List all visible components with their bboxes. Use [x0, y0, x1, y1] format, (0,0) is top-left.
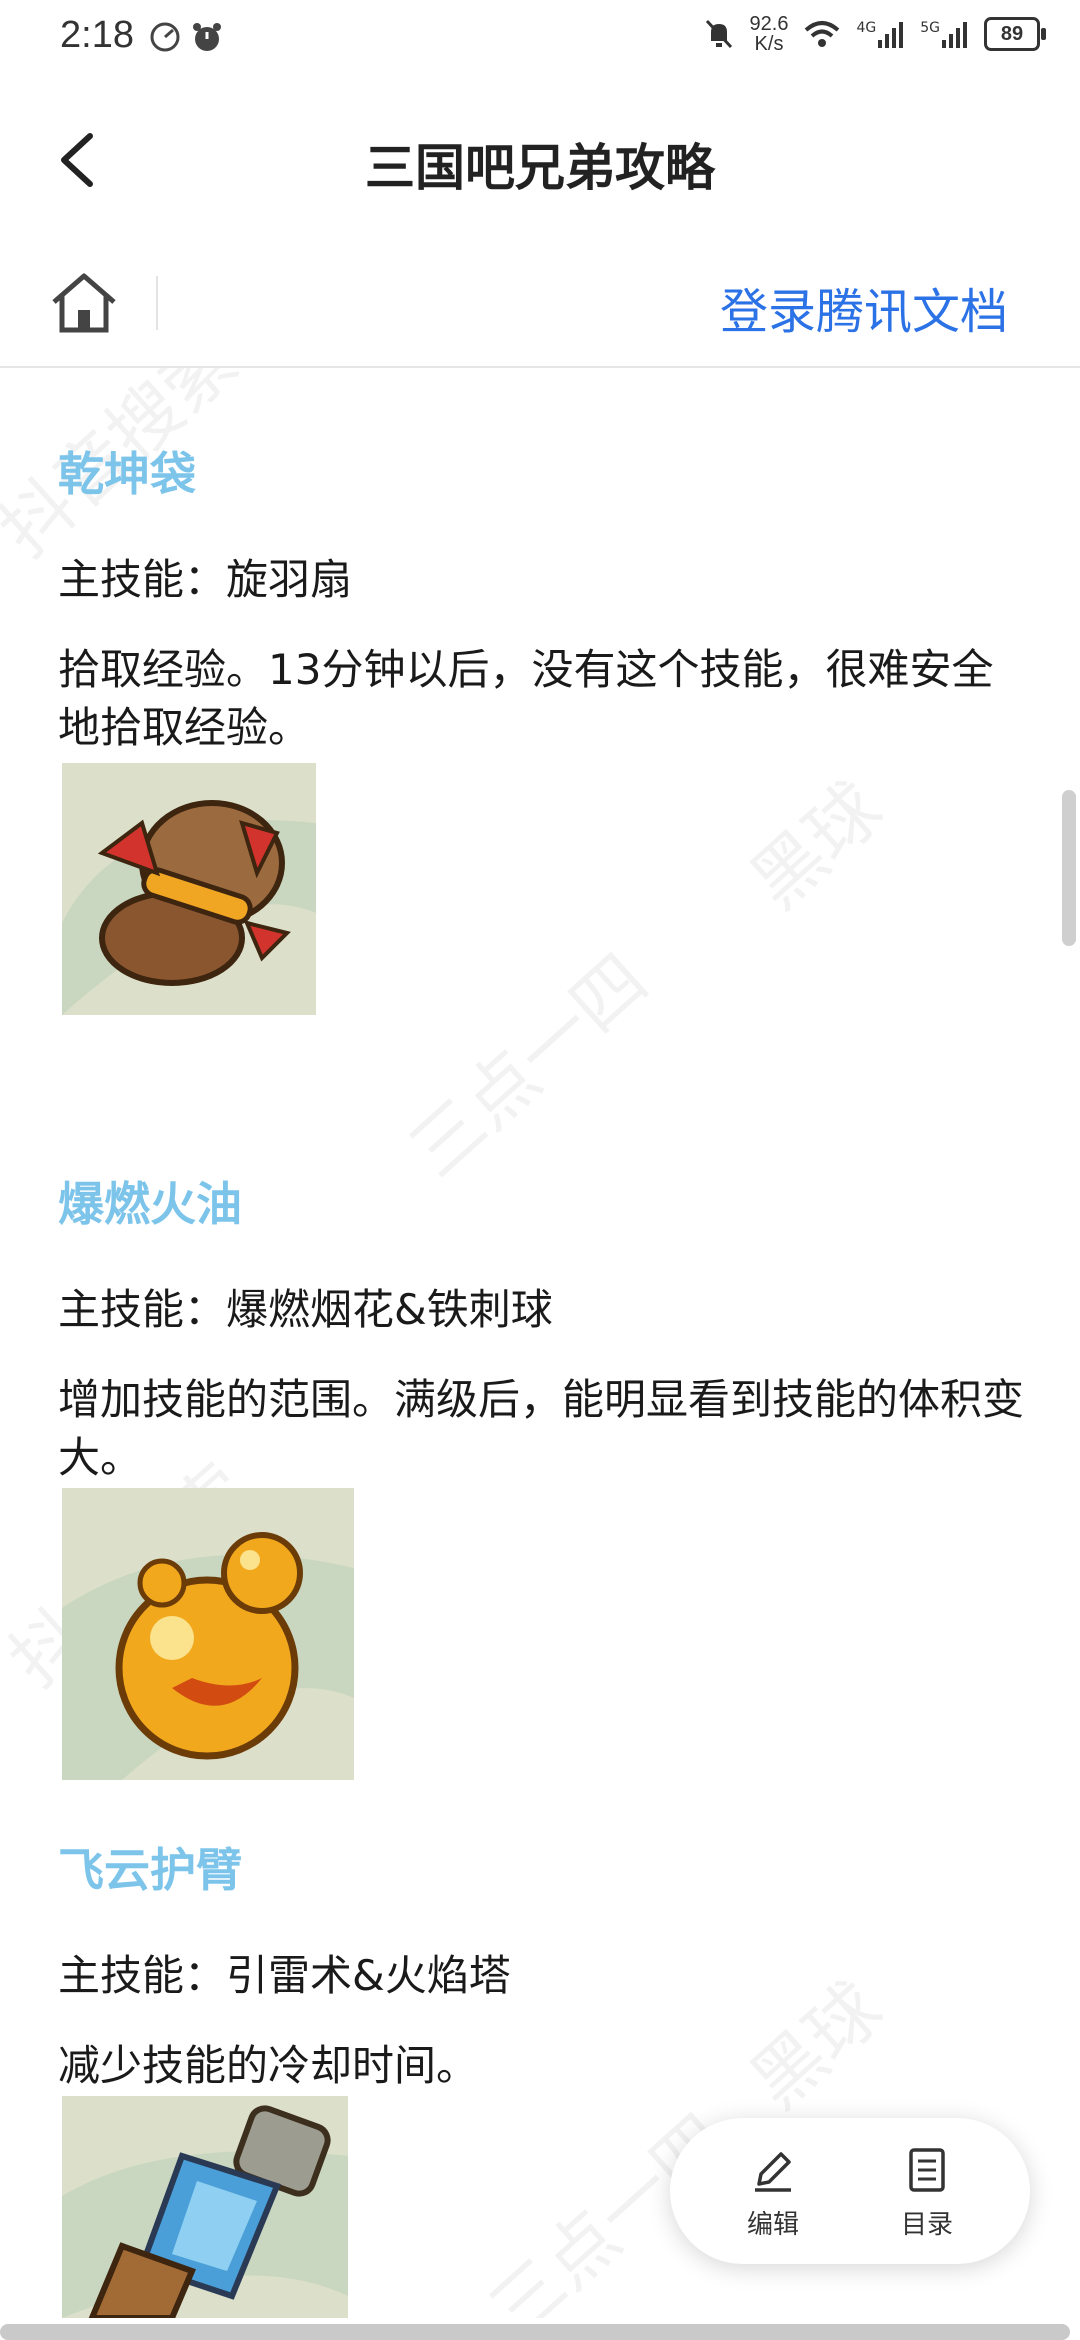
item-image-bag — [62, 763, 316, 1015]
signal-bars-icon — [878, 22, 904, 48]
alarm-icon — [193, 23, 221, 51]
item-image-fire-oil — [62, 1488, 354, 1780]
signal-5g: 5G — [920, 20, 970, 48]
bracer-icon — [62, 2105, 348, 2318]
item-section-feiyunhubi: 飞云护臂 主技能：引雷术&火焰塔 减少技能的冷却时间。 — [58, 1834, 1028, 2095]
pencil-icon — [755, 2152, 791, 2192]
horizontal-scrollbar[interactable] — [0, 2324, 1070, 2340]
item-title: 飞云护臂 — [58, 1843, 242, 1897]
item-skill: 主技能：引雷术&火焰塔 — [58, 1951, 511, 2000]
page-title: 三国吧兄弟攻略 — [365, 139, 715, 197]
edit-label: 编辑 — [746, 2210, 799, 2240]
speedometer-icon — [150, 22, 180, 52]
item-section-qiankundai: 乾坤袋 主技能：旋羽扇 拾取经验。13分钟以后，没有这个技能，很难安全地拾取经验… — [58, 438, 1028, 757]
home-button[interactable] — [50, 270, 118, 336]
status-icons-left — [148, 20, 224, 54]
toc-button[interactable]: 目录 — [872, 2146, 982, 2241]
net-speed-value: 92.6 — [749, 13, 789, 35]
toolbar-divider — [156, 276, 158, 330]
item-desc: 增加技能的范围。满级后，能明显看到技能的体积变大。 — [58, 1375, 1025, 1482]
item-title: 乾坤袋 — [58, 447, 196, 501]
edit-button[interactable]: 编辑 — [718, 2146, 828, 2241]
item-desc: 拾取经验。13分钟以后，没有这个技能，很难安全地拾取经验。 — [58, 645, 994, 752]
vertical-scrollbar[interactable] — [1062, 790, 1076, 946]
battery-indicator: 89 — [984, 17, 1046, 51]
signal-5g-label: 5G — [920, 20, 940, 36]
signal-bars-icon — [942, 22, 967, 48]
signal-4g-label: 4G — [856, 20, 877, 36]
title-bar: 三国吧兄弟攻略 — [0, 80, 1080, 240]
item-skill: 主技能：旋羽扇 — [58, 555, 353, 604]
document-content: 抖音搜索 黑球 三点一四 抖音搜索 黑球 三点一四 乾坤袋 主技能：旋羽扇 拾取… — [0, 368, 1080, 2318]
floating-action-bar: 编辑 目录 — [670, 2118, 1030, 2264]
signal-4g: 4G — [856, 20, 906, 48]
toc-label: 目录 — [900, 2210, 953, 2240]
net-speed-unit: K/s — [754, 33, 784, 55]
item-desc: 减少技能的冷却时间。 — [58, 2041, 479, 2090]
status-bar: 2:18 92.6 K/s 4G 5G 89 — [0, 0, 1080, 80]
watermark-text: 三点一四 — [393, 937, 664, 1193]
bag-icon — [62, 800, 316, 1015]
doc-toolbar: 登录腾讯文档 — [0, 240, 1080, 368]
fire-oil-orbs-icon — [62, 1532, 354, 1780]
item-section-baoranhuoyou: 爆燃火油 主技能：爆燃烟花&铁刺球 增加技能的范围。满级后，能明显看到技能的体积… — [58, 1168, 1028, 1487]
watermark-text: 黑球 — [734, 765, 898, 925]
status-time: 2:18 — [60, 14, 134, 56]
item-image-bracer — [62, 2096, 348, 2318]
mute-bell-icon — [705, 19, 732, 49]
home-icon — [52, 273, 116, 333]
item-skill: 主技能：爆燃烟花&铁刺球 — [58, 1285, 553, 1334]
login-tencent-docs-link[interactable]: 登录腾讯文档 — [720, 272, 1008, 342]
status-right: 92.6 K/s 4G 5G 89 — [702, 14, 1046, 54]
list-document-icon — [909, 2148, 945, 2192]
wifi-icon — [805, 21, 840, 47]
item-title: 爆燃火油 — [58, 1177, 242, 1231]
net-speed: 92.6 K/s — [750, 14, 789, 54]
